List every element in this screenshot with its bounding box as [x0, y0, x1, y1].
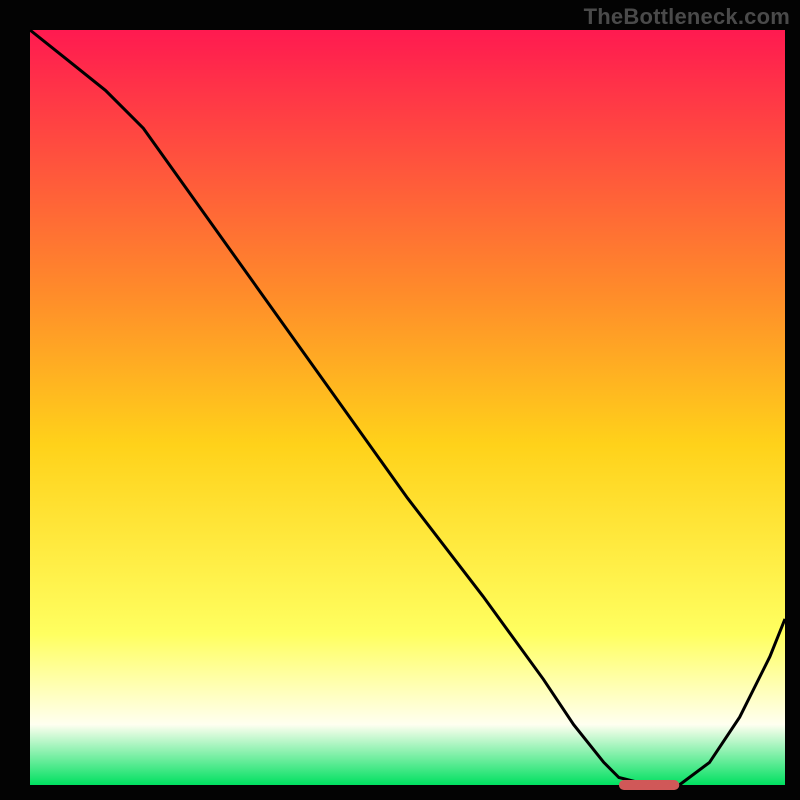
watermark-text: TheBottleneck.com	[584, 4, 790, 30]
gradient-panel	[30, 30, 785, 785]
chart-svg	[0, 0, 800, 800]
minimum-marker	[619, 780, 679, 790]
chart-stage: TheBottleneck.com	[0, 0, 800, 800]
